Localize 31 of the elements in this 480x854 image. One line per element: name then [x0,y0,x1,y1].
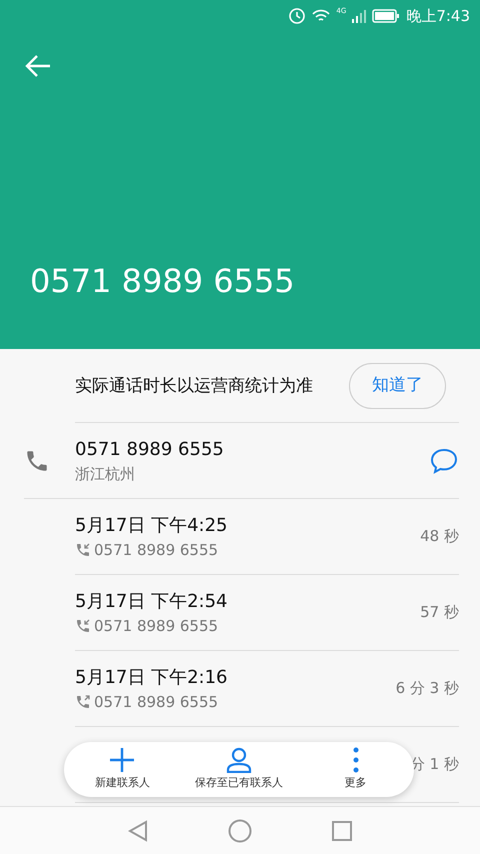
notice-text: 实际通话时长以运营商统计为准 [75,374,314,398]
home-button[interactable] [228,818,252,842]
call-number: 0571 8989 6555 [94,540,218,561]
incoming-call-icon [75,618,91,634]
more-icon [352,747,360,774]
call-date: 5月17日 下午4:25 [75,514,228,538]
alarm-icon [288,7,306,25]
call-number: 0571 8989 6555 [94,616,218,637]
incoming-call-icon [75,542,91,558]
dismiss-button[interactable]: 知道了 [349,362,446,408]
action-button[interactable]: 新建联系人 [64,747,181,792]
action-button[interactable]: 保存至已有联系人 [180,747,298,792]
call-duration: 48 秒 [420,526,459,548]
person-icon [226,747,252,774]
back-nav-button[interactable] [128,820,148,842]
wifi-icon [312,9,330,23]
call-date: 5月17日 下午2:16 [75,666,228,690]
call-duration: 6 分 3 秒 [396,678,459,700]
battery-icon [372,9,400,23]
contact-location: 浙江杭州 [75,464,136,485]
call-number: 0571 8989 6555 [94,692,218,713]
contact-number: 0571 8989 6555 [75,438,225,462]
call-date: 5月17日 下午2:54 [75,590,228,614]
plus-icon [109,747,136,774]
recents-button[interactable] [332,820,352,840]
signal-icon [352,9,366,23]
outgoing-call-icon [75,694,91,710]
status-time: 晚上7:43 [406,6,470,27]
action-button[interactable]: 更多 [297,747,414,792]
call-duration: 57 秒 [420,602,459,624]
header-number: 0571 8989 6555 [29,261,296,302]
